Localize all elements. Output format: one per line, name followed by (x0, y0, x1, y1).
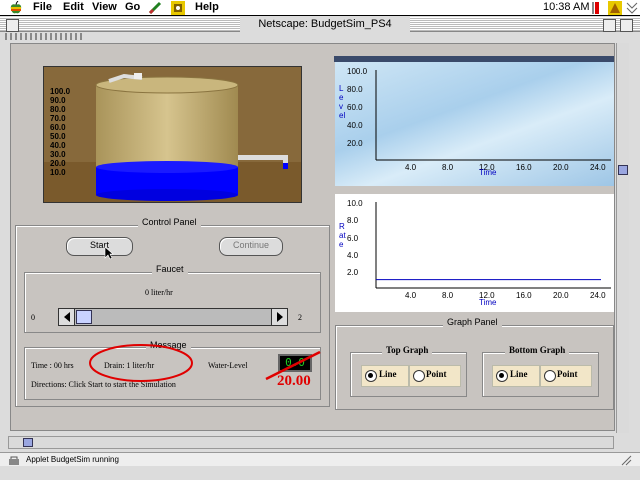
tank-level-label: 100.0 (50, 87, 71, 96)
annotation-value: 20.00 (277, 373, 311, 389)
x-tick-label: 4.0 (405, 291, 417, 300)
time-text: Time : 00 hrs (31, 361, 74, 370)
y-tick-label: 8.0 (347, 216, 359, 226)
menu-clock: 10:38 AM (543, 1, 590, 13)
security-lock-icon[interactable] (8, 455, 20, 465)
collapse-box-icon[interactable] (620, 19, 633, 32)
tank-level-label: 10.0 (50, 168, 66, 177)
slider-right-arrow-icon[interactable] (271, 309, 287, 325)
rate-y-label: Rate (339, 222, 346, 249)
level-y-label: Level (339, 84, 346, 120)
top-line-option[interactable]: Line (361, 365, 409, 387)
y-tick-label: 60.0 (347, 103, 363, 112)
control-panel-title: Control Panel (138, 217, 201, 227)
top-point-option[interactable]: Point (409, 365, 461, 387)
bottom-point-radio[interactable] (544, 370, 556, 382)
x-tick-label: 4.0 (405, 163, 417, 172)
tank-level-label: 80.0 (50, 105, 66, 114)
x-tick-label: 20.0 (553, 291, 569, 300)
toolbar-grip[interactable] (5, 33, 85, 40)
faucet-title: Faucet (152, 264, 188, 274)
help-balloon-icon[interactable] (590, 1, 604, 15)
y-tick-label: 80.0 (347, 85, 363, 94)
y-tick-label: 4.0 (347, 250, 359, 260)
faucet-rate-text: 0 liter/hr (145, 288, 173, 297)
bottom-line-label: Line (510, 369, 528, 379)
cursor-icon (104, 246, 114, 260)
slider-max-label: 2 (298, 313, 302, 322)
y-tick-label: 40.0 (347, 121, 363, 130)
level-graph: 100.0 80.0 60.0 40.0 20.0 4.0 8.0 12.0 16.0 20.0… (335, 62, 614, 186)
tank-level-label: 60.0 (50, 123, 66, 132)
app-menu-icon[interactable] (626, 1, 640, 15)
faucet-slider[interactable] (58, 308, 288, 326)
tank-level-label: 50.0 (50, 132, 66, 141)
menu-bar: File Edit View Go Help 10:38 AM (0, 0, 640, 16)
status-text: Applet BudgetSim running (26, 455, 119, 464)
horizontal-scroll-thumb[interactable] (23, 438, 33, 447)
x-tick-label: 20.0 (553, 163, 569, 172)
x-tick-label: 24.0 (590, 163, 606, 172)
x-tick-label: 16.0 (516, 291, 532, 300)
bookmark-icon[interactable] (148, 1, 162, 15)
y-tick-label: 10.0 (347, 199, 363, 208)
status-bar: Applet BudgetSim running (0, 452, 640, 466)
tank-level-label: 30.0 (50, 150, 66, 159)
y-tick-label: 20.0 (347, 139, 363, 148)
horizontal-scrollbar[interactable] (8, 436, 614, 449)
menu-file[interactable]: File (33, 1, 52, 13)
tank-level-label: 40.0 (50, 141, 66, 150)
window-title: Netscape: BudgetSim_PS4 (240, 17, 410, 32)
top-graph-title: Top Graph (382, 345, 433, 355)
zoom-box-icon[interactable] (603, 19, 616, 32)
vertical-scroll-thumb[interactable] (618, 165, 628, 175)
resize-grip-icon[interactable] (620, 454, 632, 466)
x-tick-label: 8.0 (442, 163, 454, 172)
x-tick-label: 16.0 (516, 163, 532, 172)
level-x-label: Time (479, 168, 497, 177)
y-tick-label: 100.0 (347, 67, 368, 76)
tank-level-label: 20.0 (50, 159, 66, 168)
bottom-point-label: Point (557, 369, 578, 379)
top-line-radio[interactable] (365, 370, 377, 382)
graph-panel-title: Graph Panel (443, 317, 502, 327)
slider-left-arrow-icon[interactable] (59, 309, 75, 325)
communicator-icon[interactable] (171, 1, 185, 15)
rate-graph: 10.0 8.0 6.0 4.0 2.0 4.0 8.0 12.0 16.0 20.0 24.0 … (335, 194, 614, 312)
top-line-label: Line (379, 369, 397, 379)
bottom-line-radio[interactable] (496, 370, 508, 382)
top-point-label: Point (426, 369, 447, 379)
bottom-line-option[interactable]: Line (492, 365, 540, 387)
continue-button[interactable]: Continue (219, 237, 283, 256)
bottom-point-option[interactable]: Point (540, 365, 592, 387)
menu-edit[interactable]: Edit (63, 1, 84, 13)
tank-scene: 100.0 90.0 80.0 70.0 60.0 50.0 40.0 30.0 20.0 10.… (43, 66, 302, 203)
tank-level-label: 90.0 (50, 96, 66, 105)
tank-drawing (44, 67, 301, 202)
x-tick-label: 24.0 (590, 291, 606, 300)
vertical-scrollbar[interactable] (616, 43, 629, 433)
y-tick-label: 2.0 (347, 268, 359, 277)
x-tick-label: 8.0 (442, 291, 454, 300)
slider-thumb[interactable] (76, 310, 92, 324)
slider-min-label: 0 (31, 313, 35, 322)
tank-level-label: 70.0 (50, 114, 66, 123)
rate-x-label: Time (479, 298, 497, 307)
bottom-graph-title: Bottom Graph (505, 345, 570, 355)
water-level-label: Water-Level (208, 361, 248, 370)
drain-highlight-ellipse (89, 344, 193, 382)
start-button[interactable]: Start (66, 237, 133, 256)
netscape-icon[interactable] (608, 1, 622, 15)
top-point-radio[interactable] (413, 370, 425, 382)
menu-go[interactable]: Go (125, 1, 140, 13)
menu-help[interactable]: Help (195, 1, 219, 13)
menu-view[interactable]: View (92, 1, 117, 13)
y-tick-label: 6.0 (347, 233, 359, 243)
apple-icon[interactable] (10, 0, 24, 15)
close-box-icon[interactable] (6, 19, 19, 32)
